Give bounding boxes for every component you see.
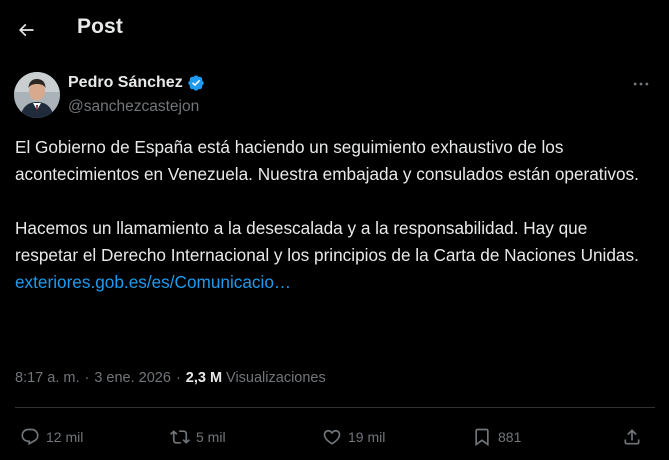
- action-bar: 12 mil 5 mil 19 mil 881: [0, 420, 669, 454]
- meta-separator: ·: [175, 370, 181, 386]
- reply-button[interactable]: 12 mil: [20, 424, 83, 450]
- post-link[interactable]: exteriores.gob.es/es/Comunicacio…: [15, 272, 291, 292]
- arrow-left-icon: [18, 23, 34, 37]
- post-date[interactable]: 3 ene. 2026: [94, 370, 171, 386]
- views-count[interactable]: 2,3 M: [186, 370, 222, 386]
- repost-count: 5 mil: [196, 429, 226, 445]
- heart-icon: [323, 429, 341, 445]
- post-paragraph: Hacemos un llamamiento a la desescalada …: [15, 218, 639, 265]
- post-time[interactable]: 8:17 a. m.: [15, 370, 79, 386]
- bookmark-count: 881: [498, 429, 522, 445]
- share-button[interactable]: [622, 424, 642, 450]
- like-button[interactable]: 19 mil: [322, 424, 385, 450]
- bookmark-button[interactable]: 881: [472, 424, 521, 450]
- reply-count: 12 mil: [46, 429, 84, 445]
- divider: [15, 407, 655, 408]
- share-icon: [624, 429, 640, 445]
- views-label: Visualizaciones: [226, 370, 326, 386]
- avatar[interactable]: [14, 72, 60, 118]
- more-options-button[interactable]: [629, 74, 653, 94]
- page-title: Post: [77, 15, 123, 38]
- more-horizontal-icon: [633, 82, 649, 86]
- post-metadata: 8:17 a. m. · 3 ene. 2026 · 2,3 M Visuali…: [15, 370, 326, 386]
- repost-icon: [170, 430, 190, 444]
- back-button[interactable]: [10, 14, 42, 46]
- post-paragraph: El Gobierno de España está haciendo un s…: [15, 137, 639, 184]
- author-handle[interactable]: @sanchezcastejon: [68, 98, 199, 116]
- author-name-text: Pedro Sánchez: [68, 74, 183, 91]
- bookmark-icon: [475, 428, 489, 447]
- like-count: 19 mil: [348, 429, 386, 445]
- meta-separator: ·: [84, 370, 90, 386]
- post-body: El Gobierno de España está haciendo un s…: [15, 134, 655, 296]
- reply-icon: [21, 428, 39, 446]
- repost-button[interactable]: 5 mil: [170, 424, 226, 450]
- post-author: Pedro Sánchez @sanchezcastejon: [14, 72, 655, 120]
- top-bar: Post: [0, 0, 669, 58]
- author-name[interactable]: Pedro Sánchez: [68, 74, 205, 92]
- verified-badge-icon: [188, 75, 204, 91]
